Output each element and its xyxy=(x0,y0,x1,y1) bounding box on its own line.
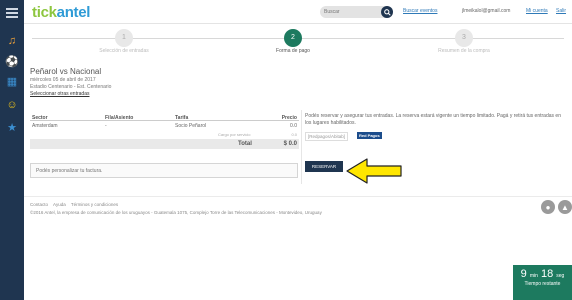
theater-icon[interactable]: ▦ xyxy=(5,74,19,88)
event-info: Peñarol vs Nacional miércoles 05 de abri… xyxy=(30,67,290,97)
smiley-icon[interactable]: ☺ xyxy=(5,98,19,112)
apple-store-icon[interactable]: ● xyxy=(541,200,555,214)
left-sidebar: ♫ ⚽ ▦ ☺ ★ xyxy=(0,0,24,300)
top-header: tickantel Buscar eventos jlmeikalol@gmai… xyxy=(24,0,572,24)
table-header: Sector Fila/Asiento Tarifa Precio xyxy=(30,113,299,121)
event-title: Peñarol vs Nacional xyxy=(30,67,102,76)
event-venue: Estadio Centenario - Est. Centenario xyxy=(30,84,112,90)
yellow-arrow-icon xyxy=(346,158,402,184)
payment-text: Podés reservar y asegurar tus entradas. … xyxy=(305,113,561,126)
star-icon[interactable]: ★ xyxy=(5,120,19,134)
factura-input[interactable] xyxy=(30,163,298,178)
payment-methods: [Redpagos/Abitab] Red Pagos xyxy=(305,131,567,141)
select-other-tickets-link[interactable]: Seleccionar otras entradas xyxy=(30,91,89,97)
footer-divider xyxy=(24,196,572,197)
mi-cuenta-link[interactable]: Mi cuenta xyxy=(526,8,548,14)
column-divider xyxy=(301,110,302,184)
tickantel-logo[interactable]: tickantel xyxy=(32,4,90,21)
total-value: $ 0.0 xyxy=(283,141,297,147)
timer-seconds: 18 xyxy=(540,268,554,280)
total-label: Total xyxy=(238,141,252,147)
countdown-timer: 9 min 18 seg Tiempo restante xyxy=(513,265,572,300)
step-3: 3 Resumen de la compra xyxy=(409,28,519,54)
footer-link-ayuda[interactable]: Ayuda xyxy=(53,202,66,207)
android-store-icon[interactable]: ▲ xyxy=(558,200,572,214)
payment-panel: Podés reservar y asegurar tus entradas. … xyxy=(305,113,567,141)
search-box xyxy=(320,6,393,18)
reservar-button[interactable]: RESERVAR xyxy=(305,161,343,172)
search-icon xyxy=(383,8,391,16)
music-note-icon[interactable]: ♫ xyxy=(5,34,19,48)
logo-text-tick: tick xyxy=(32,4,57,21)
footer-copyright: ©2016 Antel, la empresa de comunicación … xyxy=(30,210,322,215)
footer-links: Contacto Ayuda Términos y condiciones xyxy=(30,202,122,207)
sports-ball-icon[interactable]: ⚽ xyxy=(5,54,19,68)
step-3-number: 3 xyxy=(455,29,473,47)
cell-precio: 0.0 xyxy=(290,123,297,129)
cell-sector: Amsterdam xyxy=(32,123,58,129)
ticket-table: Sector Fila/Asiento Tarifa Precio Amster… xyxy=(30,113,299,149)
total-row: Total $ 0.0 xyxy=(30,139,299,149)
footer-link-terminos[interactable]: Términos y condiciones xyxy=(71,202,118,207)
salir-link[interactable]: Salir xyxy=(556,8,566,14)
step-2-number: 2 xyxy=(284,29,302,47)
step-1-number: 1 xyxy=(115,29,133,47)
event-date: miércoles 05 de abril de 2017 xyxy=(30,77,96,83)
footer-link-contacto[interactable]: Contacto xyxy=(30,202,48,207)
search-button[interactable] xyxy=(381,6,393,18)
cell-fila-asiento: - xyxy=(105,123,107,129)
search-input[interactable] xyxy=(324,7,374,17)
payment-image-placeholder: [Redpagos/Abitab] xyxy=(305,132,349,141)
step-2: 2 Forma de pago xyxy=(238,28,348,54)
timer-min-label: min xyxy=(529,273,538,279)
service-row: Cargo por servicio 0.0 xyxy=(30,130,299,139)
step-3-label: Resumen de la compra xyxy=(438,48,490,54)
service-value: 0.0 xyxy=(291,132,297,137)
step-1-label: Selección de entradas xyxy=(99,48,149,54)
timer-values: 9 min 18 seg xyxy=(513,268,572,280)
user-email: jlmeikalol@gmail.com xyxy=(462,8,511,14)
buscar-eventos-link[interactable]: Buscar eventos xyxy=(403,8,437,14)
logo-text-antel: antel xyxy=(56,4,91,21)
redpagos-badge: Red Pagos xyxy=(357,132,382,139)
step-1: 1 Selección de entradas xyxy=(69,28,179,54)
cell-tarifa: Socio Peñarol xyxy=(175,123,207,129)
step-2-label: Forma de pago xyxy=(276,48,310,54)
hamburger-icon[interactable] xyxy=(6,8,18,20)
table-row: Amsterdam - Socio Peñarol 0.0 xyxy=(30,121,299,130)
service-label: Cargo por servicio xyxy=(218,132,251,137)
checkout-steps: 1 Selección de entradas 2 Forma de pago … xyxy=(24,28,572,58)
timer-sec-label: seg xyxy=(556,273,565,279)
timer-minutes: 9 xyxy=(520,268,527,280)
timer-caption: Tiempo restante xyxy=(524,281,561,287)
